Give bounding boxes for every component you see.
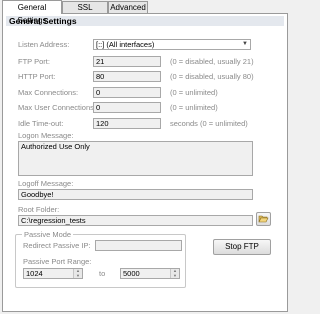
max-user-connections-hint: (0 = unlimited) xyxy=(170,103,218,112)
logon-message-label: Logon Message: xyxy=(18,131,74,140)
max-user-connections-field[interactable]: 0 xyxy=(93,102,161,113)
ftp-port-field[interactable]: 21 xyxy=(93,56,161,67)
browse-folder-button[interactable] xyxy=(256,212,271,226)
max-connections-label: Max Connections: xyxy=(18,88,79,97)
passive-port-from-field[interactable]: 1024 ▲ ▼ xyxy=(23,268,83,279)
http-port-field[interactable]: 80 xyxy=(93,71,161,82)
tab-ssl-options[interactable]: SSL Options xyxy=(62,1,108,24)
http-port-label: HTTP Port: xyxy=(18,72,56,81)
listen-address-label: Listen Address: xyxy=(18,40,70,49)
ftp-port-label: FTP Port: xyxy=(18,57,50,66)
ftp-port-hint: (0 = disabled, usually 21) xyxy=(170,57,254,66)
max-user-connections-label: Max User Connections: xyxy=(18,103,96,112)
http-port-hint: (0 = disabled, usually 80) xyxy=(170,72,254,81)
logon-message-textarea[interactable]: Authorized Use Only xyxy=(18,141,253,176)
root-folder-label: Root Folder: xyxy=(18,205,60,214)
redirect-passive-ip-field[interactable] xyxy=(95,240,182,251)
logoff-message-field[interactable]: Goodbye! xyxy=(18,189,253,200)
root-folder-field[interactable]: C:\regression_tests xyxy=(18,215,253,226)
idle-timeout-label: Idle Time-out: xyxy=(18,119,64,128)
spinner-icon[interactable]: ▲ ▼ xyxy=(73,269,82,278)
stop-ftp-button[interactable]: Stop FTP xyxy=(213,239,271,255)
passive-mode-title: Passive Mode xyxy=(22,230,74,240)
tab-advanced[interactable]: Advanced xyxy=(108,1,148,13)
passive-port-from-value: 1024 xyxy=(26,269,43,278)
max-connections-hint: (0 = unlimited) xyxy=(170,88,218,97)
settings-panel: General Settings Listen Address: [::] (A… xyxy=(2,13,288,312)
passive-port-to-value: 5000 xyxy=(123,269,140,278)
passive-port-to-field[interactable]: 5000 ▲ ▼ xyxy=(120,268,180,279)
tab-general-settings[interactable]: General Settings xyxy=(2,0,62,25)
logoff-message-label: Logoff Message: xyxy=(18,179,74,188)
max-connections-field[interactable]: 0 xyxy=(93,87,161,98)
section-header: General Settings xyxy=(6,16,284,26)
redirect-passive-ip-label: Redirect Passive IP: xyxy=(23,241,91,250)
listen-address-dropdown[interactable]: [::] (All interfaces) ▼ xyxy=(93,39,251,50)
spinner-icon[interactable]: ▲ ▼ xyxy=(170,269,179,278)
passive-port-range-label: Passive Port Range: xyxy=(23,257,92,266)
chevron-down-icon[interactable]: ▼ xyxy=(241,41,249,48)
listen-address-value: [::] (All interfaces) xyxy=(96,40,155,49)
idle-timeout-field[interactable]: 120 xyxy=(93,118,161,129)
folder-open-icon xyxy=(258,215,269,223)
port-range-to-label: to xyxy=(99,269,106,278)
idle-timeout-hint: seconds (0 = unlimited) xyxy=(170,119,248,128)
